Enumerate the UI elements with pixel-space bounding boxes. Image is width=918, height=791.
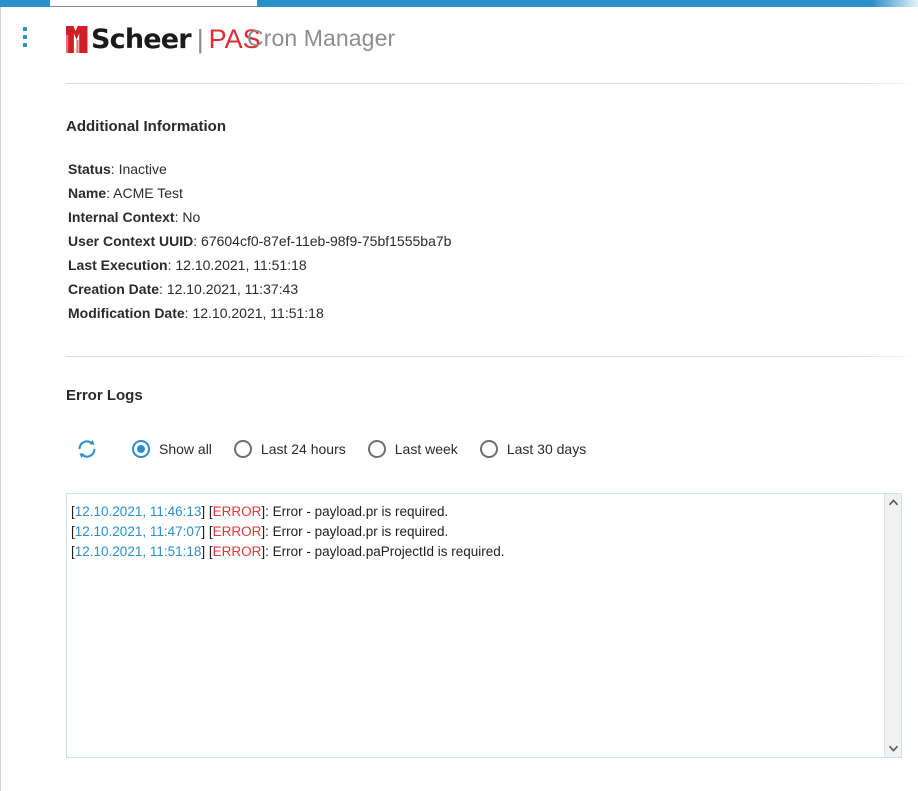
info-label: Creation Date	[68, 281, 160, 297]
radio-button-icon	[132, 440, 150, 458]
info-label: Name	[68, 185, 107, 201]
page-frame: Scheer | PAS Cron Manager Additional Inf…	[0, 7, 918, 791]
filter-label: Last 30 days	[506, 441, 587, 457]
log-timestamp: 12.10.2021, 11:46:13	[74, 504, 202, 519]
log-bracket-mid: ] [	[201, 524, 213, 539]
logo-brand-text: Scheer	[91, 24, 192, 55]
filter-label: Show all	[159, 441, 212, 457]
log-line: [12.10.2021, 11:51:18] [ERROR]: Error - …	[71, 542, 891, 562]
error-log-output[interactable]: [12.10.2021, 11:46:13] [ERROR]: Error - …	[66, 493, 902, 758]
info-row: Name: ACME Test	[68, 181, 918, 205]
top-bar-tab-gap	[50, 0, 257, 7]
log-bracket-mid: ] [	[201, 544, 213, 559]
info-label: Status	[68, 161, 111, 177]
additional-information-title: Additional Information	[66, 118, 226, 135]
info-value: No	[182, 209, 201, 225]
info-value: 12.10.2021, 11:51:18	[175, 257, 307, 273]
error-log-lines: [12.10.2021, 11:46:13] [ERROR]: Error - …	[67, 494, 901, 570]
filter-radio-last-30-days[interactable]: Last 30 days	[479, 440, 587, 458]
log-message: ]: Error - payload.paProjectId is requir…	[261, 544, 505, 559]
error-logs-time-filter-group: Show all Last 24 hours Last week Last 30…	[132, 440, 586, 458]
logo-separator: |	[196, 24, 204, 54]
error-logs-section: Error Logs Show all Last 24 hours Last w…	[1, 357, 918, 758]
info-separator: :	[159, 281, 167, 297]
log-bracket-mid: ] [	[201, 504, 213, 519]
info-row: Creation Date: 12.10.2021, 11:37:43	[68, 277, 918, 301]
window-top-bar	[0, 0, 918, 7]
app-header: Scheer | PAS Cron Manager	[1, 7, 918, 76]
radio-button-icon	[367, 440, 386, 458]
error-logs-filter-row: Show all Last 24 hours Last week Last 30…	[66, 434, 918, 464]
kebab-menu-icon[interactable]	[18, 27, 32, 47]
kebab-dot	[23, 35, 27, 39]
info-value: ACME Test	[113, 185, 183, 201]
info-separator: :	[193, 233, 202, 249]
filter-radio-show-all[interactable]: Show all	[132, 440, 212, 458]
error-logs-title: Error Logs	[66, 387, 143, 404]
chevron-up-icon[interactable]	[885, 494, 902, 511]
log-severity: ERROR	[212, 504, 262, 519]
radio-button-icon	[479, 440, 498, 458]
kebab-dot	[23, 27, 27, 31]
info-value: Inactive	[118, 161, 167, 177]
log-severity: ERROR	[212, 524, 262, 539]
info-label: User Context UUID	[68, 233, 194, 249]
page-title: Cron Manager	[247, 25, 396, 51]
info-value: 67604cf0-87ef-11eb-98f9-75bf1555ba7b	[201, 233, 452, 249]
scheer-logo-mark	[66, 26, 88, 53]
log-line: [12.10.2021, 11:47:07] [ERROR]: Error - …	[71, 522, 891, 542]
log-message: ]: Error - payload.pr is required.	[261, 524, 449, 539]
info-value: 12.10.2021, 11:51:18	[192, 305, 324, 321]
log-line: [12.10.2021, 11:46:13] [ERROR]: Error - …	[71, 502, 891, 522]
info-row: Modification Date: 12.10.2021, 11:51:18	[68, 301, 918, 325]
log-timestamp: 12.10.2021, 11:47:07	[74, 524, 202, 539]
log-scrollbar[interactable]	[884, 494, 901, 757]
info-value: 12.10.2021, 11:37:43	[166, 281, 299, 297]
additional-information-list: Status: Inactive Name: ACME Test Interna…	[66, 157, 918, 325]
radio-button-icon	[233, 440, 252, 458]
info-label: Modification Date	[68, 305, 185, 321]
filter-label: Last 24 hours	[260, 441, 346, 457]
log-severity: ERROR	[212, 544, 262, 559]
info-row: User Context UUID: 67604cf0-87ef-11eb-98…	[68, 229, 918, 253]
info-label: Last Execution	[68, 257, 168, 273]
additional-information-section: Additional Information Status: Inactive …	[1, 84, 918, 325]
filter-radio-last-24-hours[interactable]: Last 24 hours	[233, 440, 346, 458]
top-bar-accent-right	[257, 0, 918, 7]
info-row: Status: Inactive	[68, 157, 918, 181]
info-separator: :	[110, 161, 119, 177]
log-message: ]: Error - payload.pr is required.	[261, 504, 449, 519]
info-label: Internal Context	[68, 209, 175, 225]
info-row: Last Execution: 12.10.2021, 11:51:18	[68, 253, 918, 277]
info-row: Internal Context: No	[68, 205, 918, 229]
kebab-dot	[23, 43, 27, 47]
log-timestamp: 12.10.2021, 11:51:18	[74, 544, 202, 559]
chevron-down-icon[interactable]	[885, 740, 902, 757]
scheer-pas-logo[interactable]: Scheer | PAS	[66, 21, 261, 53]
filter-label: Last week	[394, 441, 458, 457]
top-bar-accent-left	[0, 0, 50, 7]
filter-radio-last-week[interactable]: Last week	[367, 440, 458, 458]
refresh-icon[interactable]	[70, 434, 104, 464]
